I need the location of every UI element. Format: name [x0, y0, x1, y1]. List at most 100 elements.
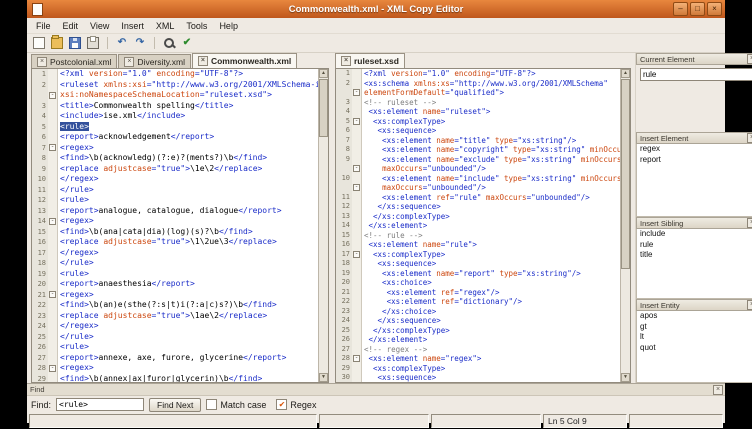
code-token: <!-- ruleset --> — [364, 98, 436, 107]
tab-label: ruleset.xsd — [354, 56, 399, 66]
list-item-quot[interactable]: quot — [637, 343, 752, 354]
code-token: ref — [436, 193, 450, 202]
tab-commonwealth-xml[interactable]: ×Commonwealth.xml — [192, 53, 297, 68]
fold-marker-icon[interactable]: - — [353, 89, 360, 96]
fold-marker-icon[interactable]: - — [49, 144, 56, 151]
find-close-icon[interactable]: × — [713, 385, 723, 395]
toolbar-open-file-button[interactable] — [49, 35, 65, 51]
toolbar-new-document-button[interactable] — [31, 35, 47, 51]
scrollbar-thumb[interactable] — [621, 79, 630, 269]
menu-item-tools[interactable]: Tools — [180, 21, 213, 31]
list-item-regex[interactable]: regex — [637, 144, 752, 155]
panel-insert-entity: Insert Entity×aposgtltquot — [636, 299, 752, 383]
list-item-lt[interactable]: lt — [637, 332, 752, 343]
toolbar-redo-button[interactable]: ↷ — [132, 35, 148, 51]
list-item-include[interactable]: include — [637, 229, 752, 240]
fold-margin — [48, 342, 58, 353]
code-token: ref — [441, 288, 455, 297]
toolbar-save-button[interactable] — [67, 35, 83, 51]
panel-content: aposgtltquot — [636, 311, 752, 383]
list-item-gt[interactable]: gt — [637, 322, 752, 333]
panel-close-icon[interactable]: × — [747, 133, 752, 143]
fold-margin — [352, 345, 362, 355]
code-text: <find>\b(ana|cata|dia)(log)(s)?\b</find> — [58, 227, 319, 238]
fold-marker-icon[interactable]: - — [353, 165, 360, 172]
fold-margin — [352, 107, 362, 117]
line-number: 1 — [32, 69, 48, 80]
line-number: 19 — [32, 269, 48, 280]
tab-close-icon[interactable]: × — [37, 57, 47, 67]
menu-item-help[interactable]: Help — [213, 21, 244, 31]
scroll-up-icon[interactable]: ▲ — [319, 69, 328, 78]
fold-marker-icon[interactable]: - — [353, 251, 360, 258]
code-token: name — [436, 155, 454, 164]
panel-current-element: Current Element× — [636, 53, 752, 132]
scroll-down-icon[interactable]: ▼ — [621, 373, 630, 382]
minimize-button[interactable]: – — [673, 2, 688, 16]
checkbox-regex[interactable]: ✔Regex — [276, 399, 316, 410]
scrollbar-thumb[interactable] — [319, 79, 328, 137]
tab-ruleset-xsd[interactable]: ×ruleset.xsd — [335, 53, 405, 68]
checkbox-box-icon[interactable] — [206, 399, 217, 410]
menu-item-xml[interactable]: XML — [150, 21, 181, 31]
fold-marker-icon[interactable]: - — [353, 184, 360, 191]
title-bar[interactable]: Commonwealth.xml - XML Copy Editor –□× — [27, 0, 725, 18]
fold-marker-icon[interactable]: - — [49, 218, 56, 225]
fold-margin: - — [48, 216, 58, 227]
current-element-input[interactable] — [640, 68, 752, 81]
scroll-up-icon[interactable]: ▲ — [621, 69, 630, 78]
panel-close-icon[interactable]: × — [747, 218, 752, 228]
tab-close-icon[interactable]: × — [124, 57, 134, 67]
menu-item-insert[interactable]: Insert — [115, 21, 150, 31]
line-number: 3 — [32, 101, 48, 112]
tab-diversity-xml[interactable]: ×Diversity.xml — [118, 54, 191, 68]
code-text: </regex> — [58, 174, 319, 185]
fold-marker-icon[interactable]: - — [49, 92, 56, 99]
maximize-button[interactable]: □ — [690, 2, 705, 16]
code-text: <report>acknowledgement</report> — [58, 132, 319, 143]
list-item-rule[interactable]: rule — [637, 240, 752, 251]
right-editor[interactable]: ▲ ▼ 1<?xml version="1.0" encoding="UTF-8… — [335, 68, 631, 383]
fold-marker-icon[interactable]: - — [353, 355, 360, 362]
panel-close-icon[interactable]: × — [747, 300, 752, 310]
fold-margin — [352, 202, 362, 212]
fold-margin — [48, 69, 58, 80]
scroll-down-icon[interactable]: ▼ — [319, 373, 328, 382]
code-token: /> — [513, 297, 522, 306]
tab-postcolonial-xml[interactable]: ×Postcolonial.xml — [31, 54, 117, 68]
panel-content: includeruletitle — [636, 229, 752, 299]
close-button[interactable]: × — [707, 2, 722, 16]
code-text: <title>Commonwealth spelling</title> — [58, 101, 319, 112]
checkbox-match-case[interactable]: Match case — [206, 399, 266, 410]
list-item-apos[interactable]: apos — [637, 311, 752, 322]
editor-line: 28- <xs:element name="regex"> — [336, 354, 621, 364]
toolbar-undo-button[interactable]: ↶ — [114, 35, 130, 51]
right-editor-scrollbar[interactable]: ▲ ▼ — [620, 69, 630, 382]
editor-line: 3<!-- ruleset --> — [336, 98, 621, 108]
code-token: </report> — [152, 279, 195, 288]
fold-marker-icon[interactable]: - — [49, 365, 56, 372]
tab-close-icon[interactable]: × — [341, 56, 351, 66]
menu-item-view[interactable]: View — [84, 21, 115, 31]
fold-marker-icon[interactable]: - — [49, 291, 56, 298]
find-input[interactable] — [56, 398, 144, 411]
fold-marker-icon[interactable]: - — [353, 118, 360, 125]
list-item-report[interactable]: report — [637, 155, 752, 166]
panel-header: Insert Element× — [636, 132, 752, 144]
list-item-title[interactable]: title — [637, 250, 752, 261]
code-token: > — [267, 90, 272, 99]
tab-close-icon[interactable]: × — [198, 56, 208, 66]
checkbox-box-icon[interactable]: ✔ — [276, 399, 287, 410]
menu-item-file[interactable]: File — [30, 21, 57, 31]
panel-close-icon[interactable]: × — [747, 54, 752, 64]
find-next-button[interactable]: Find Next — [149, 398, 201, 412]
left-editor-scrollbar[interactable]: ▲ ▼ — [318, 69, 328, 382]
toolbar-spell-check-button[interactable]: ✔ — [179, 35, 195, 51]
fold-margin — [352, 136, 362, 146]
toolbar-print-button[interactable] — [85, 35, 101, 51]
left-editor[interactable]: ▲ ▼ 1<?xml version="1.0" encoding="UTF-8… — [31, 68, 329, 383]
menu-item-edit[interactable]: Edit — [57, 21, 85, 31]
toolbar-find-button[interactable] — [161, 35, 177, 51]
line-number: 5 — [32, 122, 48, 133]
editor-line: 10 <xs:element name="include" type="xs:s… — [336, 174, 621, 184]
